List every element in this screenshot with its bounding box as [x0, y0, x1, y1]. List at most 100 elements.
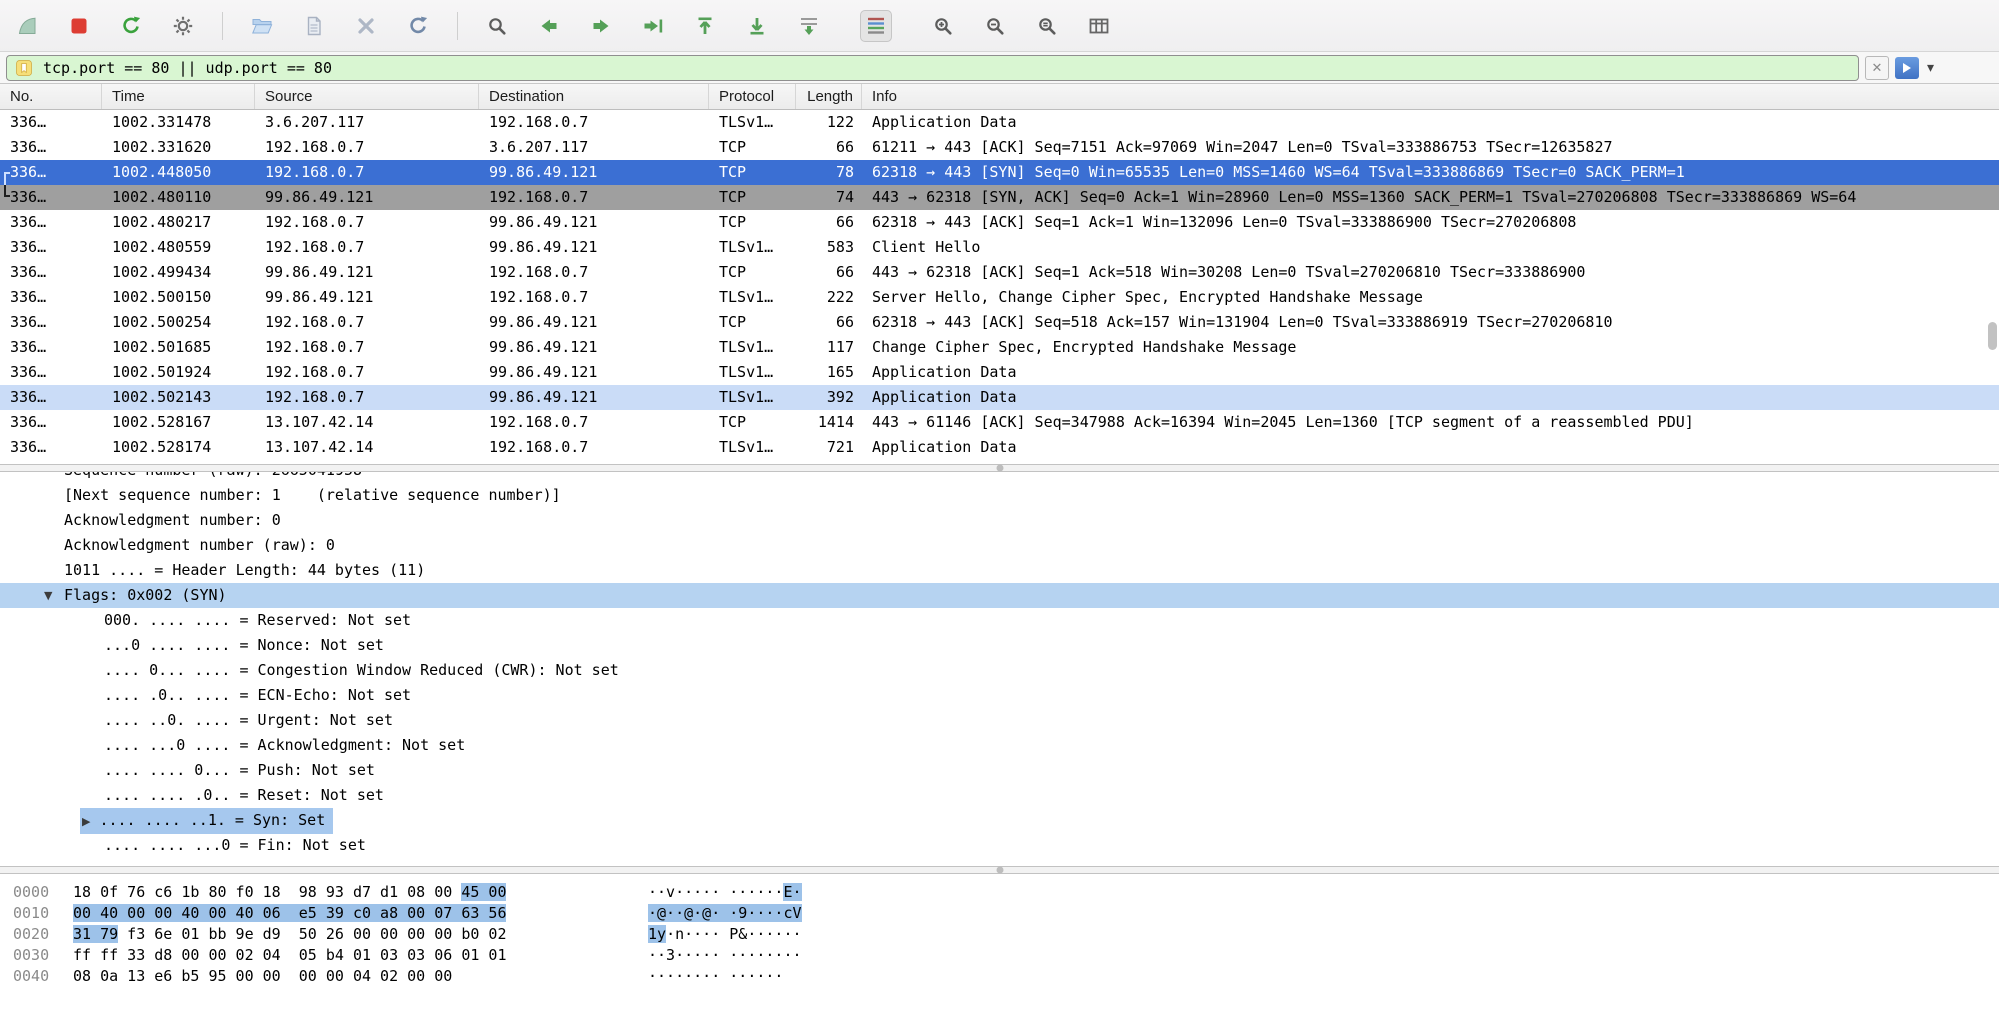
hex-row[interactable]: 0030ff ff 33 d8 00 00 02 04 05 b4 01 03 … — [0, 945, 1999, 966]
cell-protocol: TCP — [709, 310, 796, 335]
display-filter-input[interactable] — [41, 58, 1850, 78]
filter-bookmark-button[interactable] — [15, 59, 33, 77]
splitter-list-details[interactable] — [0, 464, 1999, 472]
detail-line[interactable]: 000. .... .... = Reserved: Not set — [0, 608, 1999, 633]
reload-file-button[interactable] — [403, 11, 433, 41]
detail-line[interactable]: .... ...0 .... = Acknowledgment: Not set — [0, 733, 1999, 758]
hex-row[interactable]: 001000 40 00 00 40 00 40 06 e5 39 c0 a8 … — [0, 903, 1999, 924]
go-top-button[interactable] — [690, 11, 720, 41]
save-file-button[interactable] — [299, 11, 329, 41]
detail-text: ...0 .... .... = Nonce: Not set — [104, 636, 384, 654]
packet-row[interactable]: 336…1002.49943499.86.49.121192.168.0.7TC… — [0, 260, 1999, 285]
resize-columns-button[interactable] — [1084, 11, 1114, 41]
cell-destination: 192.168.0.7 — [479, 185, 709, 210]
filter-dropdown-button[interactable]: ▾ — [1925, 59, 1936, 76]
packet-row[interactable]: 336…1002.52816713.107.42.14192.168.0.7TC… — [0, 410, 1999, 435]
save-file-icon — [302, 14, 326, 38]
go-bottom-button[interactable] — [742, 11, 772, 41]
expander-icon[interactable]: ▶ — [82, 815, 90, 828]
scrollbar-thumb[interactable] — [1988, 322, 1997, 350]
cell-time: 1002.331620 — [102, 135, 255, 160]
cell-protocol: TLSv1… — [709, 235, 796, 260]
zoom-in-button[interactable] — [928, 11, 958, 41]
cell-protocol: TCP — [709, 410, 796, 435]
column-header-no[interactable]: No. — [0, 84, 102, 109]
zoom-reset-button[interactable] — [1032, 11, 1062, 41]
column-header-destination[interactable]: Destination — [479, 84, 709, 109]
detail-text: .... .... 0... = Push: Not set — [104, 761, 375, 779]
column-header-protocol[interactable]: Protocol — [709, 84, 796, 109]
stop-capture-button[interactable] — [64, 11, 94, 41]
packet-row[interactable]: 336…1002.500254192.168.0.799.86.49.121TC… — [0, 310, 1999, 335]
detail-line[interactable]: .... .... .0.. = Reset: Not set — [0, 783, 1999, 808]
column-header-time[interactable]: Time — [102, 84, 255, 109]
cell-source: 192.168.0.7 — [255, 210, 479, 235]
go-back-button[interactable] — [534, 11, 564, 41]
find-packet-button[interactable] — [482, 11, 512, 41]
detail-line[interactable]: Acknowledgment number: 0 — [0, 508, 1999, 533]
column-header-info[interactable]: Info — [862, 84, 1999, 109]
packet-row[interactable]: 336…1002.502143192.168.0.799.86.49.121TL… — [0, 385, 1999, 410]
hex-offset: 0040 — [0, 966, 73, 987]
packet-row[interactable]: 336…1002.480559192.168.0.799.86.49.121TL… — [0, 235, 1999, 260]
packet-row[interactable]: 336…1002.448050192.168.0.799.86.49.121TC… — [0, 160, 1999, 185]
column-header-length[interactable]: Length — [796, 84, 862, 109]
detail-line[interactable]: .... .... 0... = Push: Not set — [0, 758, 1999, 783]
detail-line[interactable]: Sequence number (raw): 2665041958 — [0, 472, 1999, 483]
detail-line[interactable]: .... ..0. .... = Urgent: Not set — [0, 708, 1999, 733]
packet-row[interactable]: 336…1002.501924192.168.0.799.86.49.121TL… — [0, 360, 1999, 385]
start-capture-button[interactable] — [12, 11, 42, 41]
restart-capture-button[interactable] — [116, 11, 146, 41]
detail-line[interactable]: 1011 .... = Header Length: 44 bytes (11) — [0, 558, 1999, 583]
zoom-in-icon — [931, 14, 955, 38]
go-forward-button[interactable] — [586, 11, 616, 41]
hex-ascii: ········ ······ — [648, 966, 783, 987]
packet-rows: 336…1002.3314783.6.207.117192.168.0.7TLS… — [0, 110, 1999, 460]
cell-source: 3.6.207.117 — [255, 110, 479, 135]
detail-line[interactable]: .... .0.. .... = ECN-Echo: Not set — [0, 683, 1999, 708]
detail-text: Flags: 0x002 (SYN) — [64, 586, 227, 604]
hex-row[interactable]: 004008 0a 13 e6 b5 95 00 00 00 00 04 02 … — [0, 966, 1999, 987]
go-to-packet-button[interactable] — [638, 11, 668, 41]
detail-text: .... ...0 .... = Acknowledgment: Not set — [104, 736, 465, 754]
colorize-button[interactable] — [860, 10, 892, 42]
filter-clear-button[interactable]: ✕ — [1865, 56, 1889, 80]
packet-row[interactable]: 336…1002.50015099.86.49.121192.168.0.7TL… — [0, 285, 1999, 310]
packet-details-pane: Sequence number (raw): 2665041958[Next s… — [0, 472, 1999, 866]
stop-capture-icon — [67, 14, 91, 38]
packet-row[interactable]: 336…1002.52817413.107.42.14192.168.0.7TL… — [0, 435, 1999, 460]
column-header-source[interactable]: Source — [255, 84, 479, 109]
detail-line[interactable]: [Next sequence number: 1 (relative seque… — [0, 483, 1999, 508]
hex-row[interactable]: 000018 0f 76 c6 1b 80 f0 18 98 93 d7 d1 … — [0, 882, 1999, 903]
cell-time: 1002.500150 — [102, 285, 255, 310]
packet-row[interactable]: 336…1002.480217192.168.0.799.86.49.121TC… — [0, 210, 1999, 235]
detail-line[interactable]: ▼ Flags: 0x002 (SYN) — [0, 583, 1999, 608]
splitter-details-bytes[interactable] — [0, 866, 1999, 874]
hex-ascii: ··v····· ······E· — [648, 882, 802, 903]
packet-row[interactable]: 336…1002.48011099.86.49.121192.168.0.7TC… — [0, 185, 1999, 210]
packet-row[interactable]: 336…1002.331620192.168.0.73.6.207.117TCP… — [0, 135, 1999, 160]
capture-options-button[interactable] — [168, 11, 198, 41]
open-file-button[interactable] — [247, 11, 277, 41]
detail-line[interactable]: ▶.... .... ..1. = Syn: Set — [0, 808, 1999, 833]
detail-line[interactable]: Acknowledgment number (raw): 0 — [0, 533, 1999, 558]
cell-source: 192.168.0.7 — [255, 135, 479, 160]
expander-icon[interactable]: ▼ — [44, 583, 52, 608]
filter-apply-button[interactable] — [1895, 57, 1919, 79]
packet-row[interactable]: 336…1002.501685192.168.0.799.86.49.121TL… — [0, 335, 1999, 360]
close-file-button[interactable] — [351, 11, 381, 41]
hex-bytes: 00 40 00 00 40 00 40 06 e5 39 c0 a8 00 0… — [73, 903, 509, 924]
auto-scroll-button[interactable] — [794, 11, 824, 41]
cell-destination: 99.86.49.121 — [479, 385, 709, 410]
detail-line[interactable]: .... 0... .... = Congestion Window Reduc… — [0, 658, 1999, 683]
detail-line[interactable]: .... .... ...0 = Fin: Not set — [0, 833, 1999, 858]
resize-columns-icon — [1087, 14, 1111, 38]
zoom-out-button[interactable] — [980, 11, 1010, 41]
cell-protocol: TCP — [709, 210, 796, 235]
cell-length: 1414 — [796, 410, 862, 435]
packet-row[interactable]: 336…1002.3314783.6.207.117192.168.0.7TLS… — [0, 110, 1999, 135]
detail-line[interactable]: ...0 .... .... = Nonce: Not set — [0, 633, 1999, 658]
hex-row[interactable]: 002031 79 f3 6e 01 bb 9e d9 50 26 00 00 … — [0, 924, 1999, 945]
hex-text: 18 0f 76 c6 1b 80 f0 18 98 93 d7 d1 08 0… — [73, 883, 461, 901]
cell-no: 336… — [0, 335, 102, 360]
